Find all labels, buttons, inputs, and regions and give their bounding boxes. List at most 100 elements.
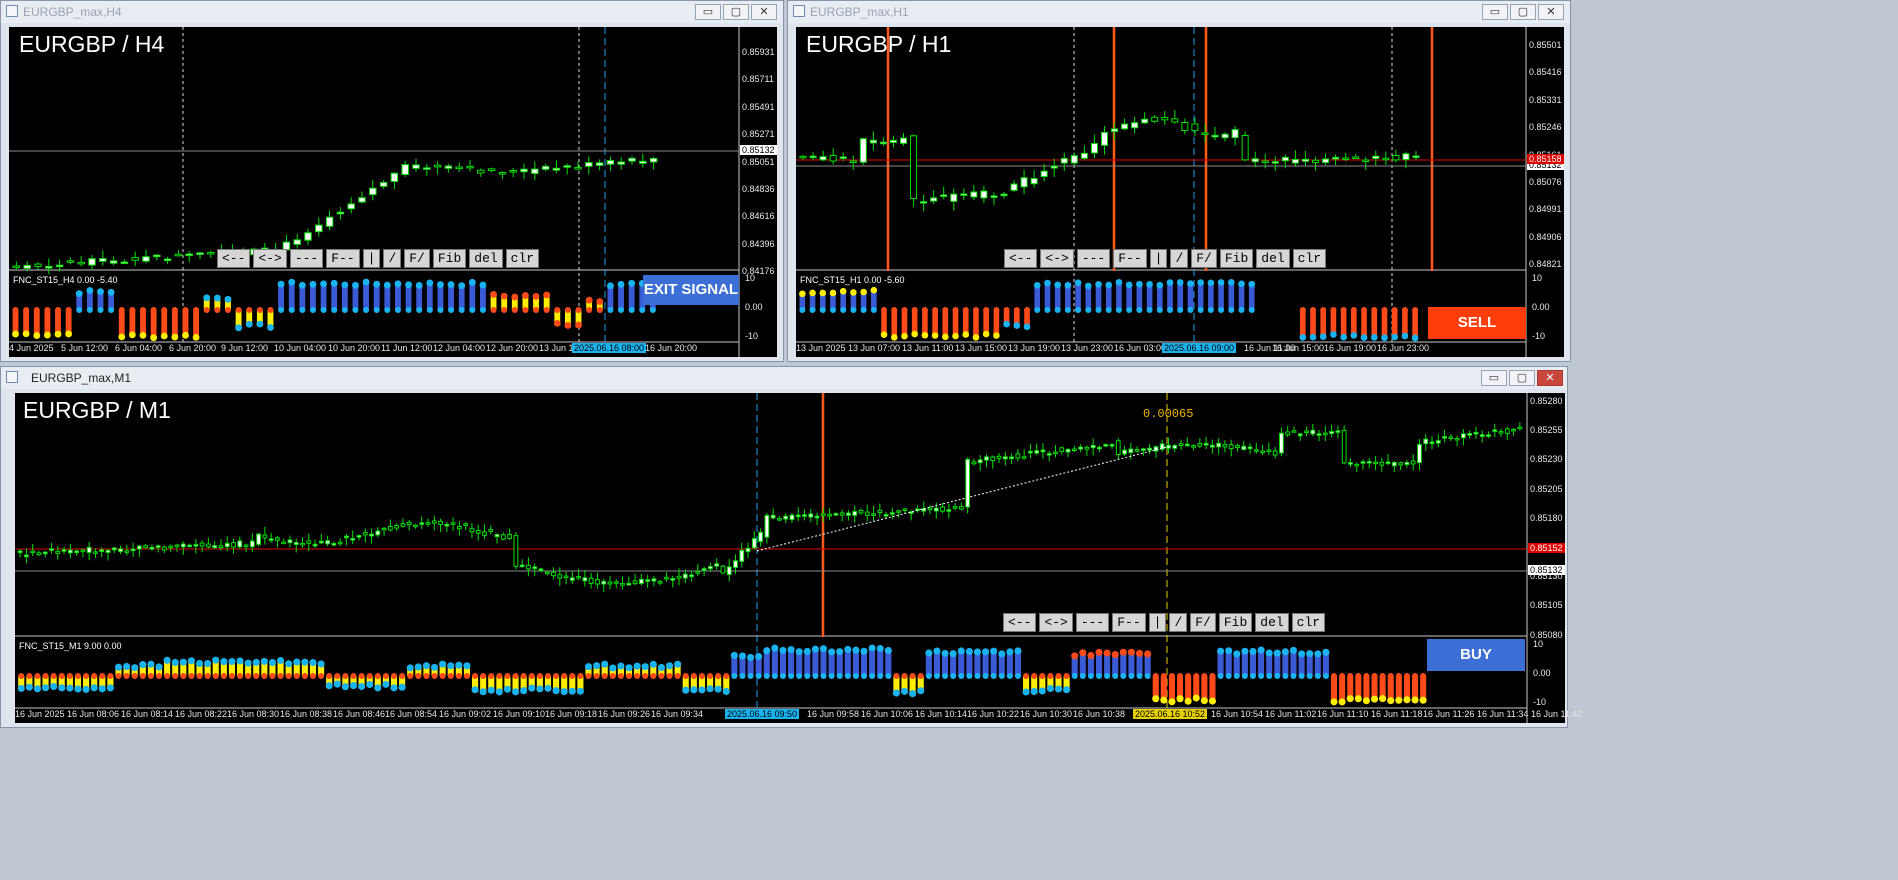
toolbar-button[interactable]: / xyxy=(1170,249,1189,268)
toolbar-button[interactable]: / xyxy=(1169,613,1188,632)
toolbar-button[interactable]: <-- xyxy=(217,249,251,268)
minimize-button[interactable]: ▭ xyxy=(1481,370,1507,386)
toolbar-button[interactable]: F-- xyxy=(1113,249,1147,268)
candle-body xyxy=(1385,461,1391,465)
toolbar-button[interactable]: F-- xyxy=(326,249,360,268)
toolbar-button[interactable]: <-- xyxy=(1003,613,1037,632)
close-button[interactable]: ✕ xyxy=(1538,4,1564,20)
minimize-button[interactable]: ▭ xyxy=(695,4,721,20)
indicator-dot xyxy=(171,658,179,666)
candle-body xyxy=(256,533,261,545)
indicator-dot xyxy=(861,673,868,679)
indicator-dot xyxy=(1168,673,1175,679)
maximize-button[interactable]: ▢ xyxy=(1509,370,1535,386)
indicator-dot xyxy=(942,673,949,679)
candle-body xyxy=(552,167,561,171)
time-tick: 16 Jun 15:00 xyxy=(1272,343,1325,353)
indicator-dot xyxy=(1350,307,1357,313)
toolbar-button[interactable]: F-- xyxy=(1112,613,1146,632)
candle-body xyxy=(980,190,988,199)
toolbar-button[interactable]: / xyxy=(383,249,402,268)
window-m1[interactable]: EURGBP_max,M1 ▭ ▢ ✕ EURGBP / M1 FNC_ST15… xyxy=(0,366,1582,728)
toolbar-button[interactable]: clr xyxy=(1292,249,1327,268)
indicator-dot xyxy=(596,307,603,313)
minimize-button[interactable]: ▭ xyxy=(1482,4,1508,20)
toolbar-button[interactable]: F/ xyxy=(404,249,430,268)
candle-body xyxy=(783,515,789,520)
window-h1[interactable]: EURGBP_max,H1 ▭ ▢ ✕ EURGBP / H1 FNC_ST15… xyxy=(787,0,1571,362)
toolbar-button[interactable]: <-> xyxy=(253,249,287,268)
maximize-button[interactable]: ▢ xyxy=(1510,4,1536,20)
chart-canvas[interactable] xyxy=(15,393,1565,723)
time-tick: 16 Jun 10:06 xyxy=(861,709,914,719)
toolbar-button[interactable]: del xyxy=(1256,249,1290,268)
close-button[interactable]: ✕ xyxy=(751,4,777,20)
time-tick: 6 Jun 04:00 xyxy=(115,343,163,353)
price-chart[interactable]: EURGBP / H1 FNC_ST15_H1 0.00 -5.60 SELL … xyxy=(796,27,1564,357)
toolbar-button[interactable]: --- xyxy=(1075,613,1110,632)
toolbar-button[interactable]: clr xyxy=(505,249,540,268)
time-tick: 16 Jun 20:00 xyxy=(645,343,698,353)
toolbar-button[interactable]: | xyxy=(1149,249,1168,268)
toolbar-button[interactable]: Fib xyxy=(1219,249,1254,268)
indicator-dot xyxy=(1054,281,1061,289)
toolbar-button[interactable]: Fib xyxy=(1218,613,1253,632)
toolbar-button[interactable]: <-> xyxy=(1040,249,1074,268)
price-tick: 0.85255 xyxy=(1530,425,1563,436)
indicator-dot xyxy=(195,659,204,667)
price-chart[interactable]: EURGBP / H4 FNC_ST15_H4 0.00 -5.40 EXIT … xyxy=(9,27,777,357)
toolbar-button[interactable]: --- xyxy=(289,249,324,268)
toolbar-button[interactable]: F/ xyxy=(1191,249,1217,268)
indicator-dot xyxy=(212,673,219,679)
indicator-dot xyxy=(1087,651,1095,660)
candle-body xyxy=(1498,431,1504,434)
candle-body xyxy=(1071,448,1077,451)
toolbar-button[interactable]: F/ xyxy=(1190,613,1216,632)
time-tick: 16 Jun 10:14 xyxy=(915,709,968,719)
toolbar-button[interactable]: | xyxy=(362,249,381,268)
window-titlebar[interactable]: EURGBP_max,M1 ▭ ▢ ✕ xyxy=(1,367,1567,389)
candle-body xyxy=(1010,183,1018,191)
indicator-dot xyxy=(828,673,835,679)
indicator-dot xyxy=(129,307,136,313)
indicator-dot xyxy=(1412,307,1419,313)
maximize-button[interactable]: ▢ xyxy=(723,4,749,20)
indicator-dot xyxy=(552,687,560,695)
toolbar-button[interactable]: --- xyxy=(1076,249,1111,268)
indicator-dot xyxy=(488,673,495,679)
indicator-dot xyxy=(480,673,487,679)
price-chart[interactable]: EURGBP / M1 FNC_ST15_M1 9.00 0.00 BUY <-… xyxy=(15,393,1582,723)
indicator-dot xyxy=(426,279,434,287)
candle-body xyxy=(1366,460,1372,464)
indicator-dot xyxy=(1420,673,1427,679)
candle-body xyxy=(1191,445,1196,448)
close-button[interactable]: ✕ xyxy=(1537,370,1563,386)
candle-body xyxy=(563,165,571,168)
candle-body xyxy=(595,162,604,166)
window-titlebar[interactable]: EURGBP_max,H4 ▭ ▢ ✕ xyxy=(1,1,783,23)
indicator-dot xyxy=(706,685,714,693)
candle-body xyxy=(606,160,615,165)
indicator-dot xyxy=(285,660,293,668)
indicator-dot xyxy=(495,688,503,696)
chart-canvas[interactable] xyxy=(9,27,777,357)
toolbar-button[interactable]: clr xyxy=(1291,613,1326,632)
toolbar-button[interactable]: Fib xyxy=(432,249,467,268)
window-titlebar[interactable]: EURGBP_max,H1 ▭ ▢ ✕ xyxy=(788,1,1570,23)
candle-body xyxy=(789,514,795,521)
toolbar-button[interactable]: <-> xyxy=(1039,613,1073,632)
candle-body xyxy=(1479,434,1485,437)
toolbar-button[interactable]: <-- xyxy=(1004,249,1038,268)
toolbar-button[interactable]: | xyxy=(1148,613,1167,632)
candle-body xyxy=(1285,431,1291,436)
drawing-toolbar: <-- <-> --- F-- | / F/Fib del clr xyxy=(1003,613,1326,632)
time-tick: 13 Jun 19:00 xyxy=(1008,343,1061,353)
indicator-dot xyxy=(840,307,847,313)
indicator-dot xyxy=(172,673,179,679)
indicator-dot xyxy=(1003,320,1010,328)
window-h4[interactable]: EURGBP_max,H4 ▭ ▢ ✕ EURGBP / H4 FNC_ST15… xyxy=(0,0,784,362)
toolbar-button[interactable]: del xyxy=(1255,613,1289,632)
candle-body xyxy=(425,522,431,525)
toolbar-button[interactable]: del xyxy=(469,249,503,268)
indicator-dot xyxy=(658,673,665,679)
